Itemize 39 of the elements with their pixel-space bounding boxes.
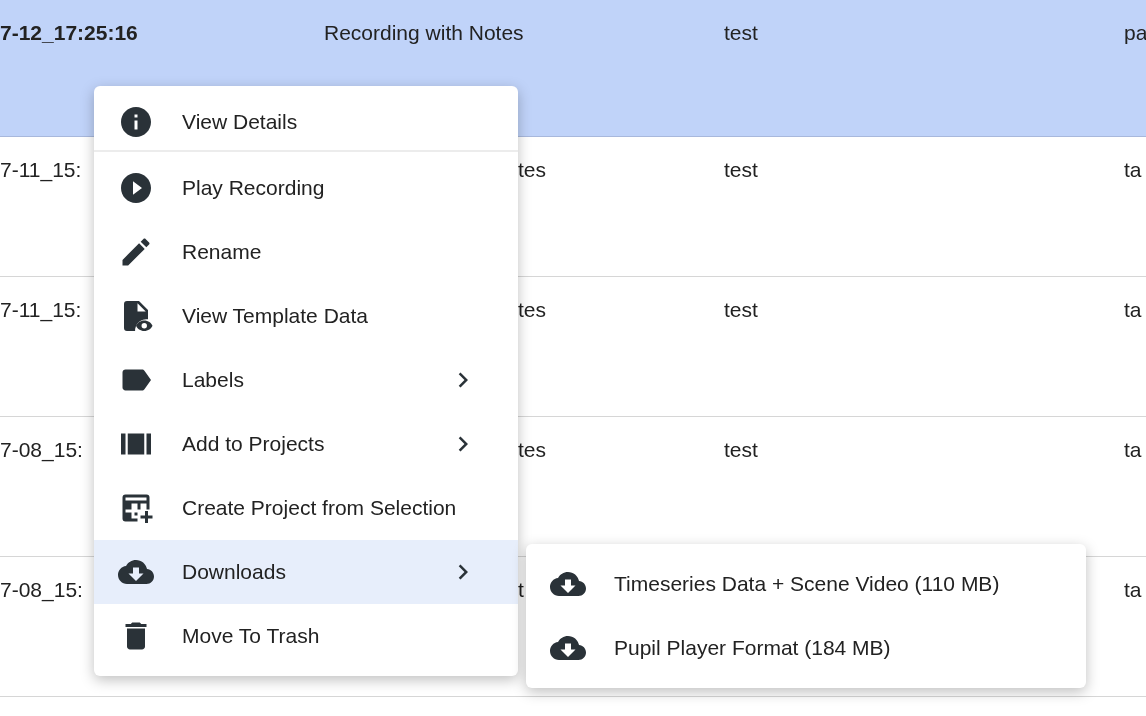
table-cell: test xyxy=(724,21,758,44)
table-cell: 7-12_17:25:16 xyxy=(0,21,138,44)
menu-item[interactable]: Play Recording xyxy=(94,156,518,220)
table-cell: tes xyxy=(518,438,546,461)
table-cell: 7-11_15: xyxy=(0,158,82,181)
menu-item-label: Downloads xyxy=(182,560,286,584)
table-cell: tes xyxy=(518,158,546,181)
table-cell: 7-08_15: xyxy=(0,438,83,461)
menu-item-label: View Details xyxy=(182,110,298,134)
table-cell: ta xyxy=(1124,578,1142,601)
menu-item-label: Labels xyxy=(182,368,244,392)
menu-item[interactable]: Move To Trash xyxy=(94,604,518,668)
info-icon xyxy=(118,104,154,140)
menu-item-label: Play Recording xyxy=(182,176,325,200)
table-cell: ta xyxy=(1124,158,1142,181)
table-cell: test xyxy=(724,438,758,461)
table-cell: 7-08_15: xyxy=(0,578,83,601)
menu-item-label: Create Project from Selection xyxy=(182,496,457,520)
menu-item-label: Add to Projects xyxy=(182,432,325,456)
table-cell: tes xyxy=(518,298,546,321)
menu-item[interactable]: View Details xyxy=(94,94,518,152)
table-cell: ta xyxy=(1124,438,1142,461)
table-cell: ta xyxy=(1124,298,1142,321)
play-icon xyxy=(118,170,154,206)
table-cell: 7-11_15: xyxy=(0,298,82,321)
menu-item-label: View Template Data xyxy=(182,304,368,328)
menu-item[interactable]: Downloads xyxy=(94,540,518,604)
menu-item[interactable]: Create Project from Selection xyxy=(94,476,518,540)
table-cell: test xyxy=(724,158,758,181)
table-cell: Recording with Notes xyxy=(324,21,524,44)
menu-item[interactable]: View Template Data xyxy=(94,284,518,348)
menu-item[interactable]: Labels xyxy=(94,348,518,412)
table-cell: t xyxy=(518,578,524,601)
menu-item-label: Timeseries Data + Scene Video (110 MB) xyxy=(614,572,1000,596)
menu-item[interactable]: Pupil Player Format (184 MB) xyxy=(526,616,1086,680)
menu-item-label: Pupil Player Format (184 MB) xyxy=(614,636,891,660)
menu-item-label: Rename xyxy=(182,240,262,264)
menu-item-label: Move To Trash xyxy=(182,624,320,648)
table-cell: test xyxy=(724,298,758,321)
